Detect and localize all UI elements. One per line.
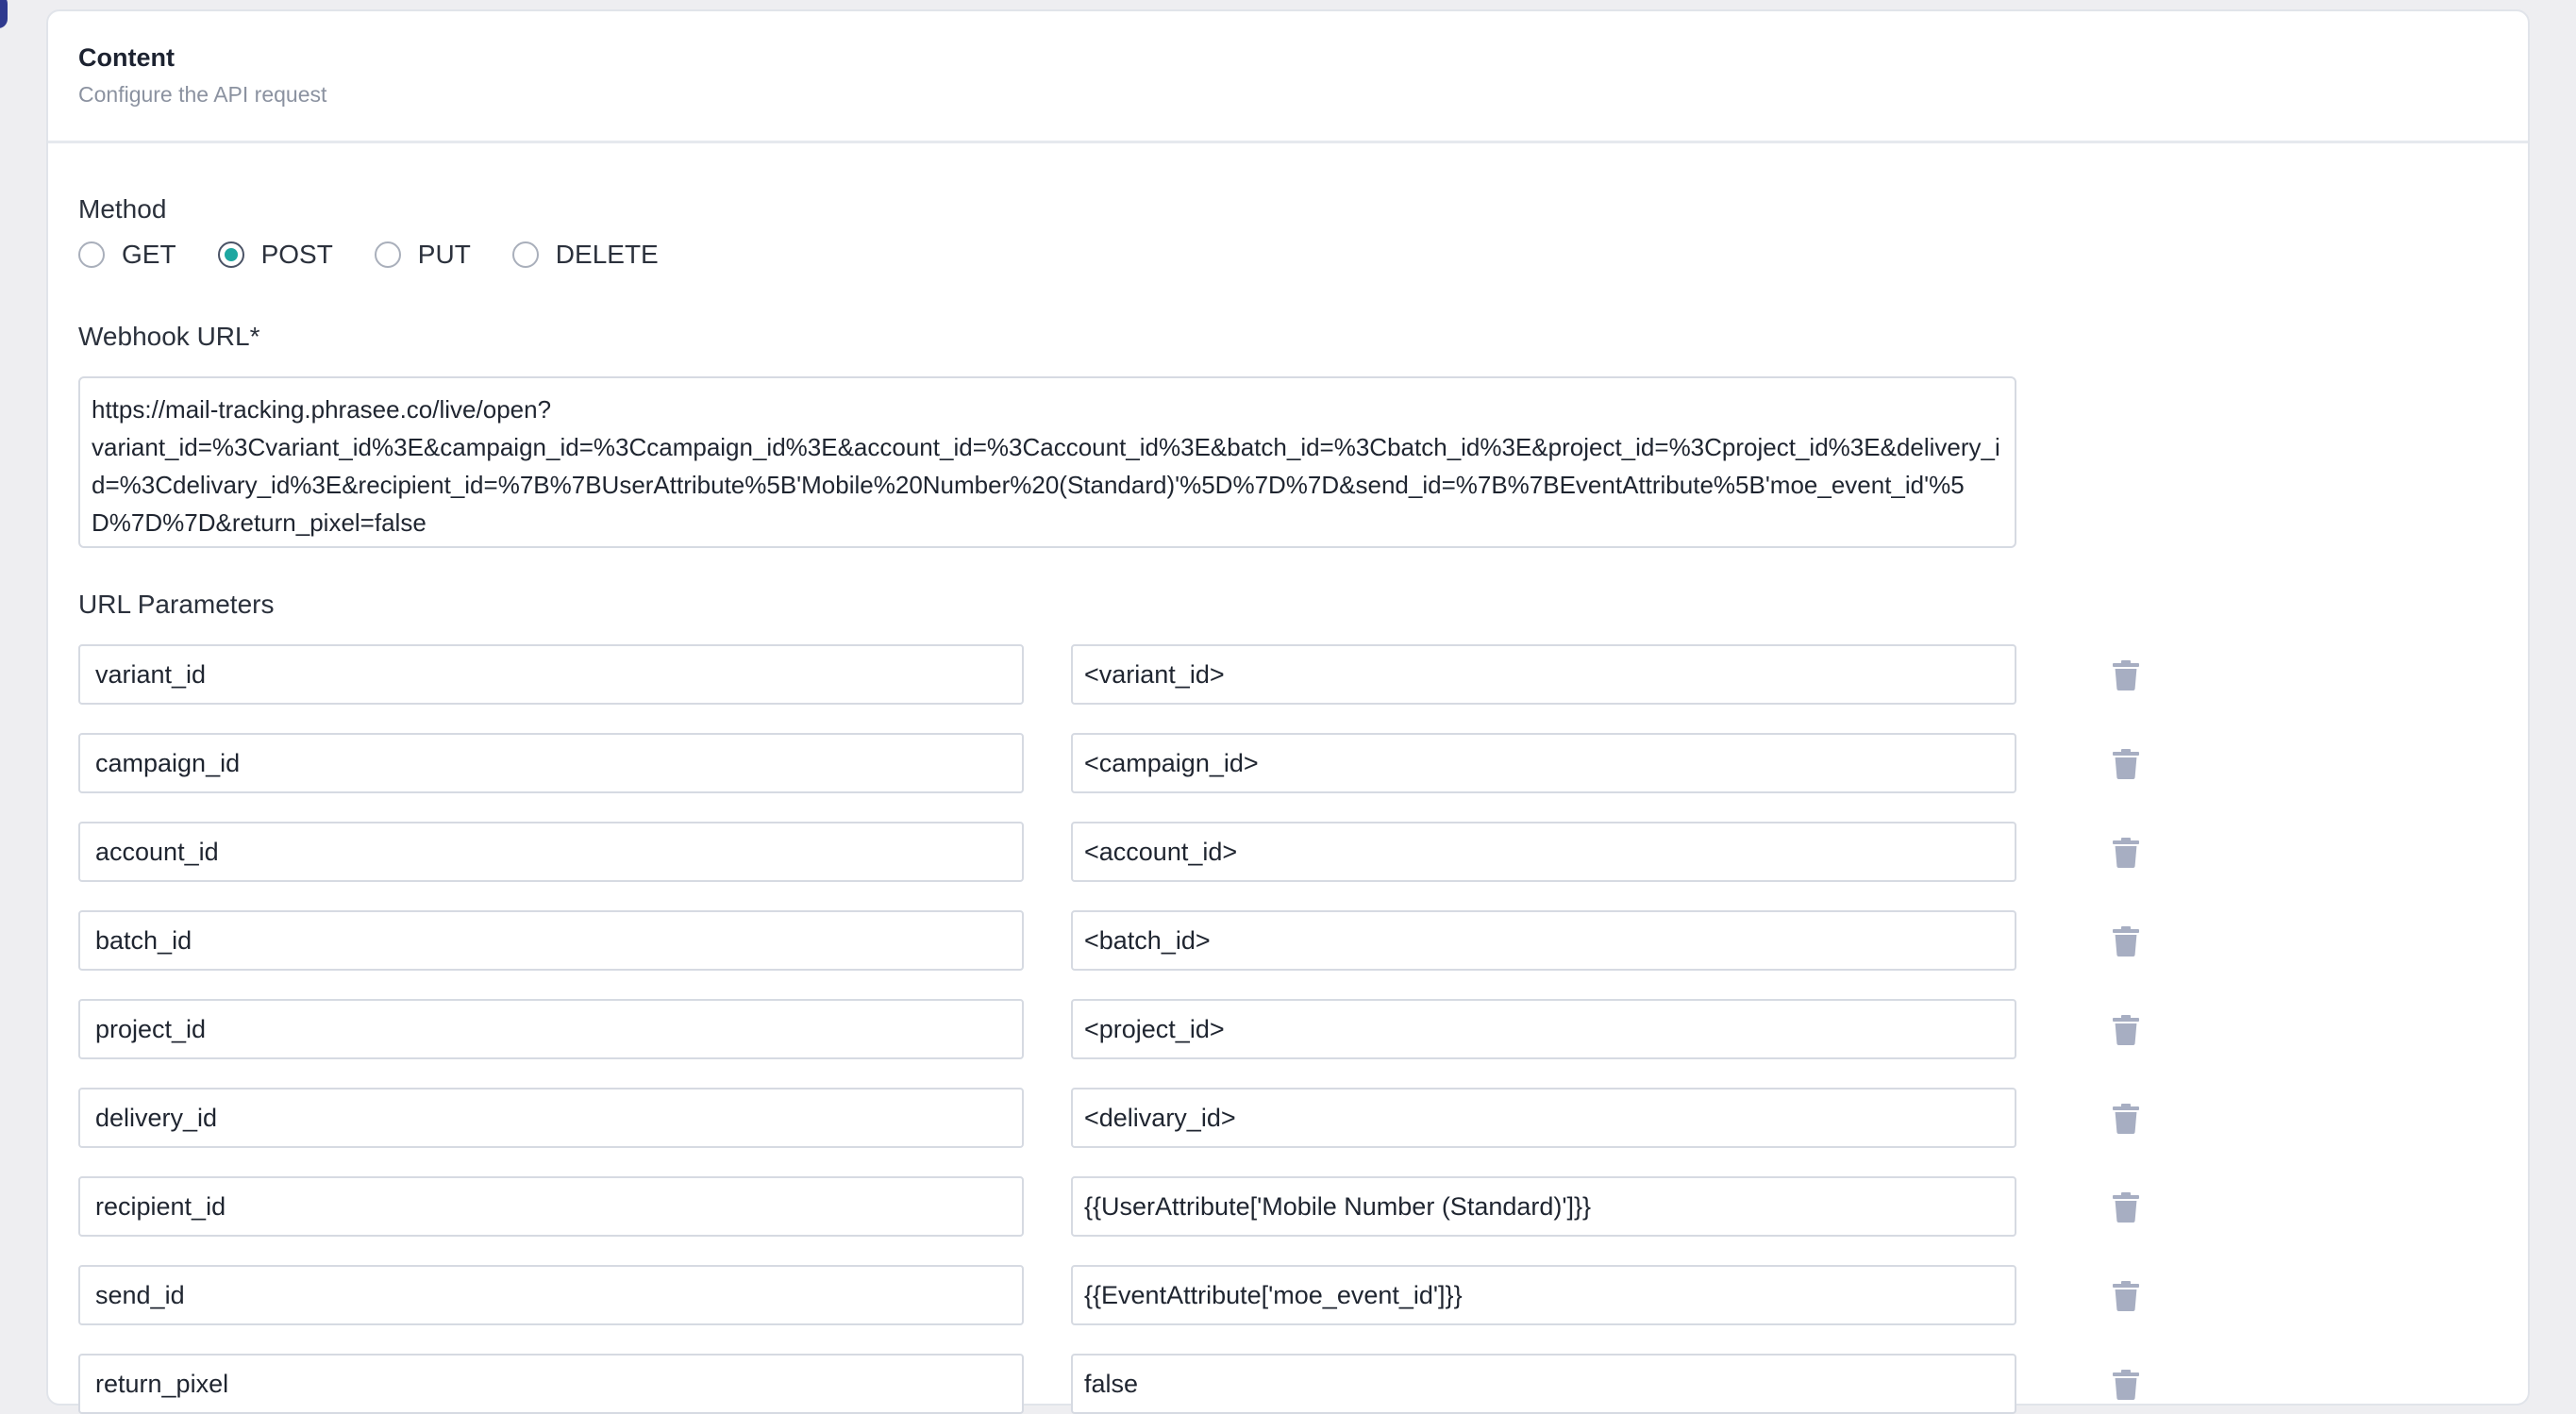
trash-icon[interactable]	[2113, 926, 2139, 957]
method-radio-get[interactable]: GET	[78, 240, 176, 270]
method-label: Method	[78, 194, 167, 224]
param-row-delivery-id: delivery_id <delivary_id>	[78, 1088, 2154, 1148]
card-header: Content Configure the API request	[48, 11, 2528, 143]
content-card: Content Configure the API request Method…	[46, 9, 2530, 1414]
param-key-input[interactable]: project_id	[78, 999, 1024, 1059]
webhook-url-label: Webhook URL*	[78, 322, 260, 351]
edge-avatar-fragment	[0, 0, 8, 28]
param-key-input[interactable]: recipient_id	[78, 1176, 1024, 1237]
param-value-input[interactable]: <batch_id>	[1071, 910, 2016, 971]
trash-icon[interactable]	[2113, 1015, 2139, 1045]
trash-icon[interactable]	[2113, 1281, 2139, 1311]
trash-icon[interactable]	[2113, 1370, 2139, 1400]
param-key-input[interactable]: delivery_id	[78, 1088, 1024, 1148]
param-row-send-id: send_id {{EventAttribute['moe_event_id']…	[78, 1265, 2154, 1325]
method-radio-post[interactable]: POST	[217, 240, 333, 270]
radio-circle[interactable]	[78, 241, 105, 268]
param-row-campaign-id: campaign_id <campaign_id>	[78, 733, 2154, 793]
param-row-return-pixel: return_pixel false	[78, 1354, 2154, 1414]
param-key-input[interactable]: batch_id	[78, 910, 1024, 971]
radio-circle[interactable]	[217, 241, 244, 268]
param-key-input[interactable]: account_id	[78, 822, 1024, 882]
radio-label: POST	[260, 240, 333, 269]
method-radio-put[interactable]: PUT	[374, 240, 471, 270]
trash-icon[interactable]	[2113, 1192, 2139, 1223]
param-value-input[interactable]: <project_id>	[1071, 999, 2016, 1059]
param-value-input[interactable]: <account_id>	[1071, 822, 2016, 882]
radio-circle[interactable]	[374, 241, 401, 268]
radio-label: GET	[122, 240, 176, 269]
card-subtitle: Configure the API request	[78, 82, 327, 107]
trash-icon[interactable]	[2113, 1104, 2139, 1134]
method-radio-delete[interactable]: DELETE	[511, 240, 659, 270]
method-radio-group: GET POST PUT DELETE	[78, 240, 700, 270]
param-key-input[interactable]: send_id	[78, 1265, 1024, 1325]
trash-icon[interactable]	[2113, 660, 2139, 690]
webhook-url-textarea[interactable]: https://mail-tracking.phrasee.co/live/op…	[78, 376, 2016, 548]
param-row-variant-id: variant_id <variant_id>	[78, 644, 2154, 705]
param-row-batch-id: batch_id <batch_id>	[78, 910, 2154, 971]
trash-icon[interactable]	[2113, 749, 2139, 779]
param-row-project-id: project_id <project_id>	[78, 999, 2154, 1059]
param-row-recipient-id: recipient_id {{UserAttribute['Mobile Num…	[78, 1176, 2154, 1237]
param-value-input[interactable]: {{EventAttribute['moe_event_id']}}	[1071, 1265, 2016, 1325]
param-value-input[interactable]: {{UserAttribute['Mobile Number (Standard…	[1071, 1176, 2016, 1237]
param-row-account-id: account_id <account_id>	[78, 822, 2154, 882]
url-parameters-label: URL Parameters	[78, 590, 275, 619]
radio-circle[interactable]	[511, 241, 539, 268]
param-value-input[interactable]: <campaign_id>	[1071, 733, 2016, 793]
card-title: Content	[78, 43, 175, 72]
radio-label: PUT	[417, 240, 471, 269]
param-key-input[interactable]: campaign_id	[78, 733, 1024, 793]
param-value-input[interactable]: <delivary_id>	[1071, 1088, 2016, 1148]
param-key-input[interactable]: variant_id	[78, 644, 1024, 705]
param-value-input[interactable]: <variant_id>	[1071, 644, 2016, 705]
radio-label: DELETE	[555, 240, 659, 269]
param-value-input[interactable]: false	[1071, 1354, 2016, 1414]
trash-icon[interactable]	[2113, 838, 2139, 868]
param-key-input[interactable]: return_pixel	[78, 1354, 1024, 1414]
